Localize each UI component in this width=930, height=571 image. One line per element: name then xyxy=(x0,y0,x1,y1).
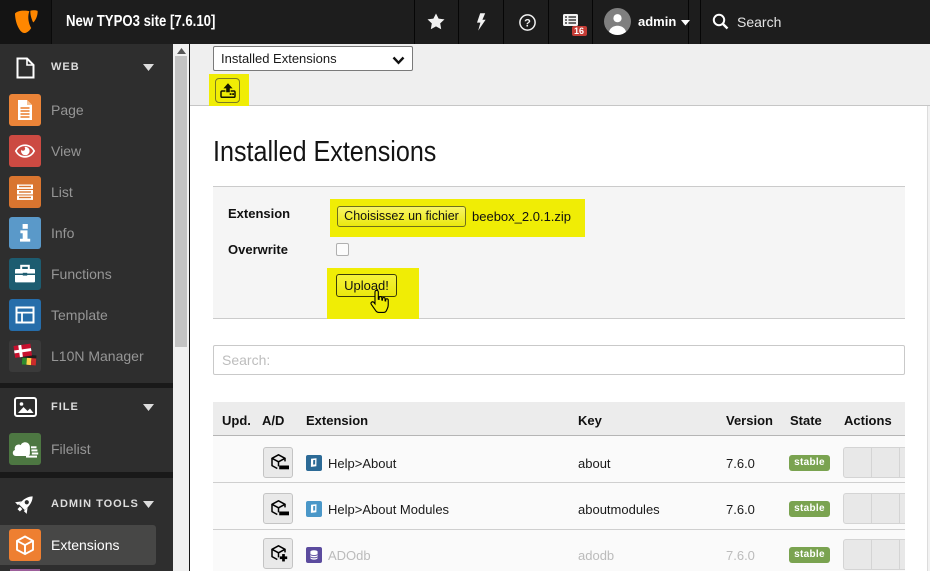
svg-text:?: ? xyxy=(524,17,531,29)
